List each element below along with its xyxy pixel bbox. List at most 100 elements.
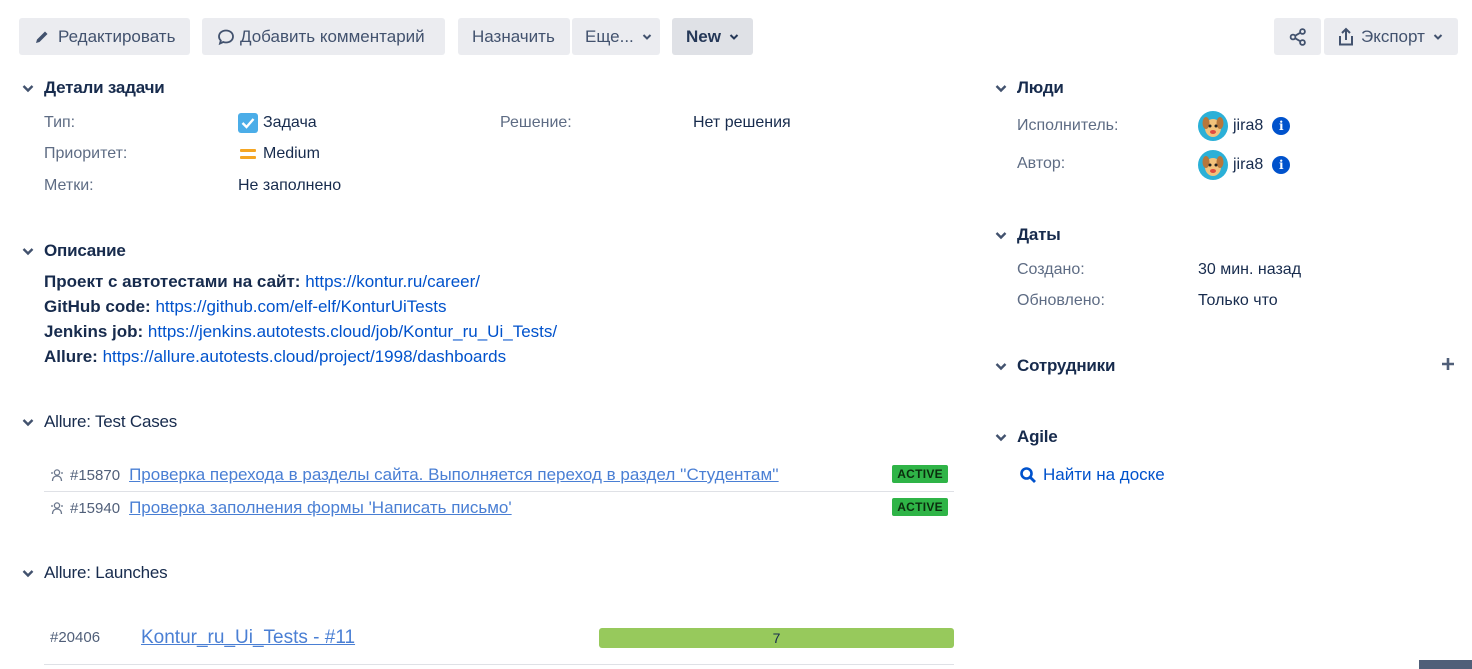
add-comment-button-label: Добавить комментарий <box>240 26 425 46</box>
people-section-header: Люди <box>992 78 1064 98</box>
status-badge: ACTIVE <box>892 465 948 483</box>
share-button[interactable] <box>1274 18 1321 55</box>
chevron-down-icon <box>729 33 739 41</box>
status-button[interactable]: New <box>672 18 753 55</box>
export-button[interactable]: Экспорт <box>1324 18 1458 55</box>
chevron-down-icon <box>1433 33 1443 41</box>
chevron-down-icon[interactable] <box>19 413 37 431</box>
details-title: Детали задачи <box>44 78 165 97</box>
launch-link[interactable]: Kontur_ru_Ui_Tests - #11 <box>141 627 355 649</box>
test-case-link[interactable]: Проверка перехода в разделы сайта. Выпол… <box>129 465 779 485</box>
staff-section-header: Сотрудники <box>992 356 1115 376</box>
created-value: 30 мин. назад <box>1198 261 1302 278</box>
export-button-label: Экспорт <box>1361 26 1425 46</box>
launches-section-header: Allure: Launches <box>19 563 168 583</box>
details-section-header: Детали задачи <box>19 78 165 98</box>
dates-section-header: Даты <box>992 225 1061 245</box>
agile-title: Agile <box>1017 427 1058 446</box>
status-button-label: New <box>686 26 721 46</box>
assignee-name[interactable]: jira8 <box>1233 117 1263 135</box>
people-title: Люди <box>1017 78 1064 97</box>
edit-button[interactable]: Редактировать <box>19 18 190 55</box>
assign-button-label: Назначить <box>472 26 555 46</box>
launch-result-bar[interactable]: 7 <box>599 628 954 648</box>
launches-title: Allure: Launches <box>44 563 168 582</box>
avatar[interactable] <box>1198 150 1228 180</box>
automated-icon <box>50 468 64 482</box>
test-case-id: #15940 <box>70 499 121 517</box>
chevron-down-icon[interactable] <box>992 79 1010 97</box>
chevron-down-icon[interactable] <box>19 79 37 97</box>
pencil-icon <box>34 29 50 45</box>
resolution-label: Решение: <box>500 114 572 131</box>
chevron-down-icon[interactable] <box>992 226 1010 244</box>
description-title: Описание <box>44 241 126 260</box>
chevron-down-icon[interactable] <box>19 564 37 582</box>
description-link[interactable]: https://kontur.ru/career/ <box>305 272 480 291</box>
scroll-tab[interactable] <box>1419 660 1472 669</box>
avatar[interactable] <box>1198 111 1228 141</box>
description-key: Allure: <box>44 347 98 366</box>
test-case-link[interactable]: Проверка заполнения формы 'Написать пись… <box>129 498 512 518</box>
dates-title: Даты <box>1017 225 1061 244</box>
add-staff-icon[interactable] <box>1441 357 1455 371</box>
type-value: Задача <box>238 113 317 133</box>
description-link[interactable]: https://github.com/elf-elf/KonturUiTests <box>155 297 446 316</box>
description-key: Проект с автотестами на сайт: <box>44 272 301 291</box>
launch-id: #20406 <box>50 629 101 646</box>
description-section-header: Описание <box>19 241 126 261</box>
chevron-down-icon[interactable] <box>19 242 37 260</box>
chevron-down-icon[interactable] <box>992 357 1010 375</box>
test-case-id: #15870 <box>70 466 121 484</box>
resolution-value: Нет решения <box>693 114 791 131</box>
edit-button-label: Редактировать <box>58 26 176 46</box>
row-divider <box>44 664 954 665</box>
description-line: GitHub code: https://github.com/elf-elf/… <box>44 297 446 317</box>
description-link[interactable]: https://allure.autotests.cloud/project/1… <box>103 347 507 366</box>
search-icon <box>1019 466 1037 484</box>
priority-label: Приоритет: <box>44 145 128 162</box>
agile-section-header: Agile <box>992 427 1058 447</box>
description-key: Jenkins job: <box>44 322 144 341</box>
info-icon[interactable]: i <box>1272 156 1291 174</box>
test-cases-section-header: Allure: Test Cases <box>19 412 177 432</box>
description-line: Jenkins job: https://jenkins.autotests.c… <box>44 322 557 342</box>
find-on-board-link[interactable]: Найти на доске <box>1019 465 1165 485</box>
assignee-value: jira8 i <box>1198 111 1291 141</box>
chevron-down-icon[interactable] <box>992 428 1010 446</box>
chevron-down-icon <box>642 33 652 41</box>
labels-value: Не заполнено <box>238 177 342 194</box>
updated-value: Только что <box>1198 292 1278 309</box>
more-button[interactable]: Еще... <box>572 18 660 55</box>
reporter-name[interactable]: jira8 <box>1233 156 1263 174</box>
find-on-board-label: Найти на доске <box>1043 465 1165 484</box>
test-case-row: #15870 Проверка перехода в разделы сайта… <box>44 459 954 491</box>
add-comment-button[interactable]: Добавить комментарий <box>202 18 445 55</box>
updated-label: Обновлено: <box>1017 292 1105 309</box>
info-icon[interactable]: i <box>1272 117 1291 135</box>
type-label: Тип: <box>44 114 76 131</box>
reporter-value: jira8 i <box>1198 150 1291 180</box>
assign-button[interactable]: Назначить <box>458 18 570 55</box>
automated-icon <box>50 501 64 515</box>
reporter-label: Автор: <box>1017 155 1066 172</box>
share-icon <box>1288 27 1308 47</box>
priority-medium-icon <box>240 147 256 161</box>
description-link[interactable]: https://jenkins.autotests.cloud/job/Kont… <box>148 322 557 341</box>
description-key: GitHub code: <box>44 297 151 316</box>
export-icon <box>1337 27 1355 47</box>
test-case-row: #15940 Проверка заполнения формы 'Написа… <box>44 492 954 524</box>
launch-row: #20406 Kontur_ru_Ui_Tests - #11 7 <box>44 620 954 656</box>
launch-passed-count: 7 <box>772 630 781 646</box>
type-value-text: Задача <box>263 114 317 131</box>
priority-value: Medium <box>240 145 320 163</box>
assignee-label: Исполнитель: <box>1017 117 1119 134</box>
comment-icon <box>217 28 235 46</box>
created-label: Создано: <box>1017 261 1085 278</box>
test-cases-title: Allure: Test Cases <box>44 412 178 431</box>
staff-title: Сотрудники <box>1017 356 1116 375</box>
task-type-icon <box>238 113 258 133</box>
labels-label: Метки: <box>44 177 94 194</box>
description-line: Allure: https://allure.autotests.cloud/p… <box>44 347 506 367</box>
status-badge: ACTIVE <box>892 498 948 516</box>
